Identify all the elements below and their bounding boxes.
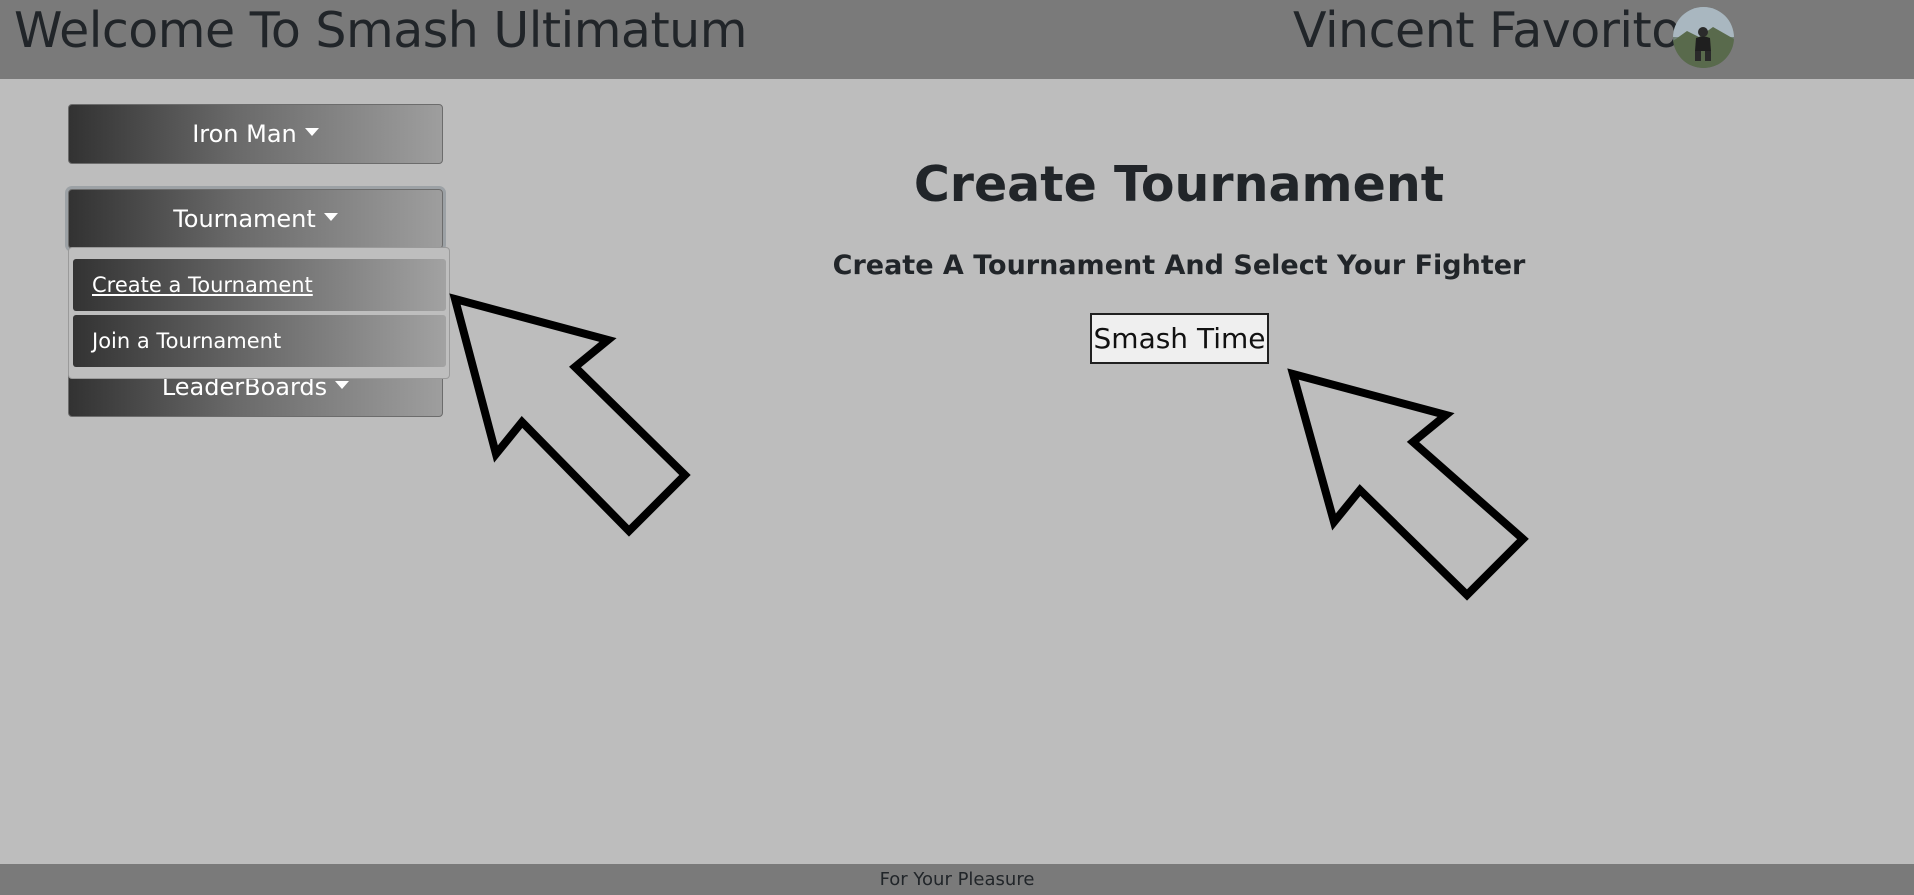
user-avatar-icon: [1673, 7, 1734, 68]
menu-item-join-tournament[interactable]: Join a Tournament: [73, 315, 446, 367]
pointer-arrow-icon: [1287, 368, 1529, 601]
user-name[interactable]: Vincent Favorito: [1293, 2, 1681, 60]
top-header: Welcome To Smash Ultimatum Vincent Favor…: [0, 0, 1914, 79]
character-dropdown-label: Iron Man: [192, 120, 297, 148]
smash-time-button[interactable]: Smash Time: [1090, 313, 1269, 364]
footer: For Your Pleasure: [0, 864, 1914, 895]
page-subtitle: Create A Tournament And Select Your Figh…: [832, 250, 1526, 281]
caret-down-icon: [304, 128, 319, 136]
menu-item-label: Join a Tournament: [92, 329, 282, 353]
page-title: Create Tournament: [913, 156, 1445, 213]
pointer-arrow-icon: [449, 293, 691, 537]
avatar[interactable]: [1673, 7, 1734, 68]
site-title: Welcome To Smash Ultimatum: [14, 2, 747, 59]
caret-down-icon: [335, 381, 350, 389]
footer-text: For Your Pleasure: [879, 869, 1035, 890]
